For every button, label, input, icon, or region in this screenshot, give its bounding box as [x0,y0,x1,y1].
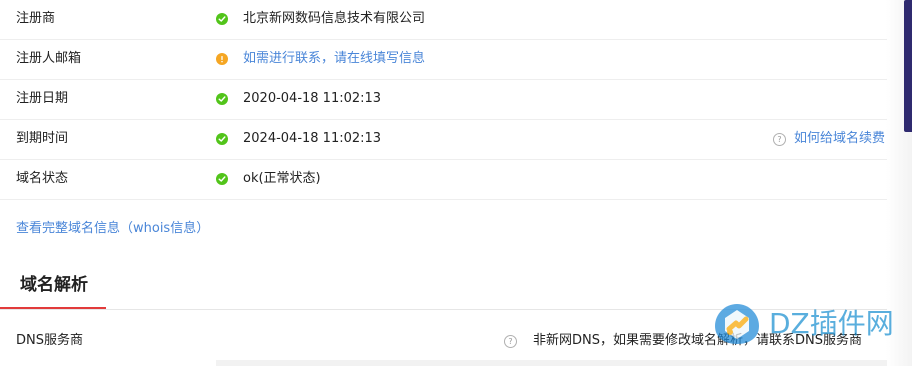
registrar-row: 注册商 北京新网数码信息技术有限公司 [0,0,887,40]
question-icon: ? [772,132,786,146]
section-title[interactable]: 域名解析 [20,274,88,296]
watermark: DZ插件网 [711,300,895,348]
success-check-icon [216,13,228,25]
success-check-icon [216,133,228,145]
registration-date-value: 2020-04-18 11:02:13 [243,91,382,106]
gray-content-strip [216,360,887,366]
registrant-email-row: 注册人邮箱 如需进行联系，请在线填写信息 [0,40,887,80]
registration-date-row: 注册日期 2020-04-18 11:02:13 [0,80,887,120]
renewal-help-link[interactable]: 如何给域名续费 [794,130,885,148]
registrant-email-label: 注册人邮箱 [16,51,82,66]
success-check-icon [216,173,228,185]
success-check-icon [216,93,228,105]
dns-provider-label: DNS服务商 [16,333,83,348]
domain-info-page: 注册商 北京新网数码信息技术有限公司 注册人邮箱 如需进行联系，请在线填写信息 … [0,0,912,366]
warning-icon [216,53,228,65]
domain-status-row: 域名状态 ok(正常状态) [0,160,887,200]
question-icon: ? [504,334,518,348]
domain-status-value: ok(正常状态) [243,171,321,186]
right-accent-bar [904,0,912,132]
domain-info-panel: 注册商 北京新网数码信息技术有限公司 注册人邮箱 如需进行联系，请在线填写信息 … [0,0,887,366]
watermark-text: DZ插件网 [769,307,894,340]
domain-status-label: 域名状态 [16,171,69,186]
expiration-value: 2024-04-18 11:02:13 [243,131,382,146]
dz-plugin-logo [715,304,759,344]
registrar-value: 北京新网数码信息技术有限公司 [243,11,426,26]
expiration-label: 到期时间 [16,131,69,146]
whois-link[interactable]: 查看完整域名信息（whois信息） [16,220,209,238]
registrar-label: 注册商 [16,11,56,26]
expiration-row: 到期时间 2024-04-18 11:02:13 ? 如何给域名续费 [0,120,887,160]
registration-date-label: 注册日期 [16,91,69,106]
contact-online-link[interactable]: 如需进行联系，请在线填写信息 [243,50,425,68]
renewal-help[interactable]: ? 如何给域名续费 [772,130,885,148]
